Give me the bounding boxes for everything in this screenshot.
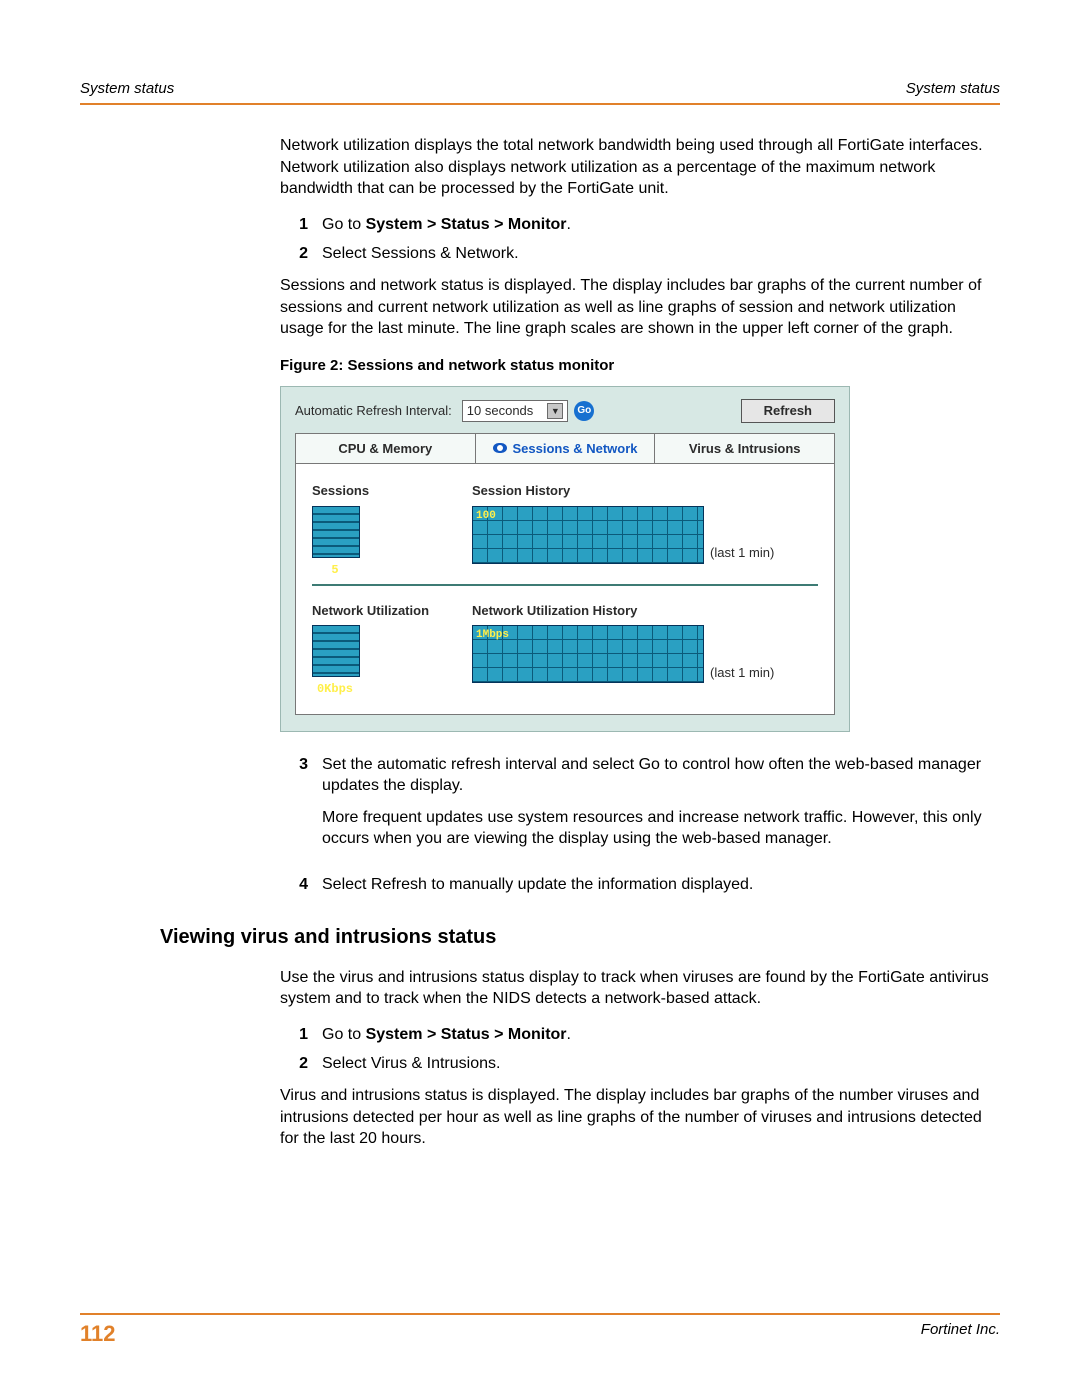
refresh-button[interactable]: Refresh [741,399,835,423]
sessions-value: 5 [312,562,358,578]
netutil-history-last: (last 1 min) [710,664,774,682]
step-row: 2 Select Virus & Intrusions. [280,1053,1000,1075]
virus-intro: Use the virus and intrusions status disp… [280,967,1000,1010]
session-history-col: Session History 100 (last 1 min) [472,482,818,564]
step-number: 4 [280,874,308,896]
step-followup: More frequent updates use system resourc… [322,807,1000,850]
step-row: 4 Select Refresh to manually update the … [280,874,1000,896]
interval-select[interactable]: 10 seconds ▼ [462,400,569,422]
step-text: Select Virus & Intrusions. [322,1053,1000,1075]
section-heading: Viewing virus and intrusions status [160,926,1000,949]
company-name: Fortinet Inc. [921,1321,1000,1347]
monitor-screenshot: Automatic Refresh Interval: 10 seconds ▼… [280,386,850,732]
monitor-panel: Sessions 5 Session History 100 (last 1 m… [295,464,835,714]
netutil-history-scale: 1Mbps [476,628,509,643]
refresh-controls: Automatic Refresh Interval: 10 seconds ▼… [295,399,835,423]
step-row: 1 Go to System > Status > Monitor. [280,214,1000,236]
step-number: 2 [280,1053,308,1075]
header-right: System status [906,80,1000,97]
running-header: System status System status [80,80,1000,105]
step-text: Select Sessions & Network. [322,243,1000,265]
sessions-title: Sessions [312,482,472,500]
netutil-title: Network Utilization [312,602,472,620]
go-button[interactable]: Go [574,401,594,421]
step-text: Set the automatic refresh interval and s… [322,754,1000,866]
document-page: System status System status Network util… [0,0,1080,1397]
netutil-gauge-col: Network Utilization 0Kbps [312,602,472,698]
step-number: 1 [280,214,308,236]
tab-cpu-memory[interactable]: CPU & Memory [296,434,476,464]
step-number: 1 [280,1024,308,1046]
interval-value: 10 seconds [467,402,534,420]
netutil-history-chart: 1Mbps [472,625,704,683]
header-left: System status [80,80,174,97]
sessions-paragraph: Sessions and network status is displayed… [280,275,1000,340]
virus-paragraph: Virus and intrusions status is displayed… [280,1085,1000,1150]
step-text: Go to System > Status > Monitor. [322,214,1000,236]
page-footer: 112 Fortinet Inc. [80,1313,1000,1347]
intro-paragraph: Network utilization displays the total n… [280,135,1000,200]
step-text: Go to System > Status > Monitor. [322,1024,1000,1046]
session-history-last: (last 1 min) [710,544,774,562]
netutil-history-title: Network Utilization History [472,602,818,620]
step-number: 2 [280,243,308,265]
session-history-scale: 100 [476,509,496,524]
netutil-gauge [312,625,360,677]
page-number: 112 [80,1321,116,1347]
netutil-history-col: Network Utilization History 1Mbps (last … [472,602,818,684]
netutil-value: 0Kbps [312,681,358,697]
tab-strip: CPU & Memory Sessions & Network Virus & … [295,433,835,465]
step-row: 2 Select Sessions & Network. [280,243,1000,265]
eye-icon [493,443,507,453]
body-block: Network utilization displays the total n… [280,135,1000,896]
refresh-interval-label: Automatic Refresh Interval: [295,402,452,420]
sessions-row: Sessions 5 Session History 100 (last 1 m… [312,482,818,578]
sessions-gauge [312,506,360,558]
chevron-down-icon: ▼ [547,403,563,419]
session-history-title: Session History [472,482,818,500]
step-text: Select Refresh to manually update the in… [322,874,1000,896]
session-history-chart: 100 [472,506,704,564]
figure-caption: Figure 2: Sessions and network status mo… [280,356,1000,376]
step-row: 1 Go to System > Status > Monitor. [280,1024,1000,1046]
step-number: 3 [280,754,308,866]
sessions-gauge-col: Sessions 5 [312,482,472,578]
body-block-2: Use the virus and intrusions status disp… [280,967,1000,1150]
divider [312,584,818,586]
tab-virus-intrusions[interactable]: Virus & Intrusions [655,434,834,464]
tab-sessions-network[interactable]: Sessions & Network [476,434,656,464]
netutil-row: Network Utilization 0Kbps Network Utiliz… [312,602,818,698]
step-row: 3 Set the automatic refresh interval and… [280,754,1000,866]
tab-label: Sessions & Network [513,440,638,458]
